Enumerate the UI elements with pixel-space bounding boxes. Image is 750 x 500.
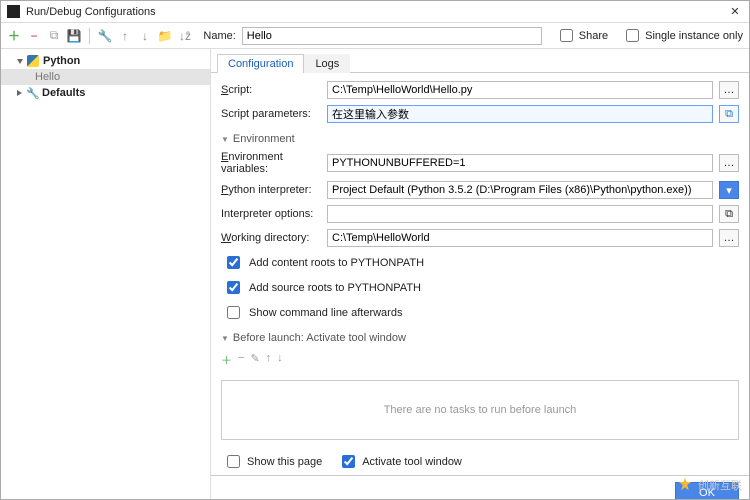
chevron-down-icon — [17, 59, 23, 64]
show-this-page-checkbox[interactable]: Show this page — [223, 452, 322, 471]
separator — [89, 28, 90, 44]
before-down-icon: ↓ — [277, 352, 283, 368]
save-icon[interactable]: 💾 — [67, 29, 81, 43]
tree-node-hello[interactable]: Hello — [1, 69, 210, 85]
copy-icon[interactable]: ⧉ — [47, 29, 61, 43]
env-vars-button[interactable]: … — [719, 154, 739, 172]
working-dir-browse-button[interactable]: … — [719, 229, 739, 247]
interp-opts-label: Interpreter options: — [221, 208, 321, 220]
params-expand-button[interactable]: ⧉ — [719, 105, 739, 123]
tree-node-defaults[interactable]: 🔧 Defaults — [1, 85, 210, 101]
before-remove-icon: − — [238, 352, 244, 368]
script-browse-button[interactable]: … — [719, 81, 739, 99]
interpreter-dropdown-button[interactable]: ▾ — [719, 181, 739, 199]
wrench-icon: 🔧 — [26, 87, 38, 99]
name-input[interactable] — [242, 27, 542, 45]
env-vars-input[interactable] — [327, 154, 713, 172]
before-edit-icon: ✎ — [250, 352, 259, 368]
single-instance-checkbox[interactable]: Single instance only — [622, 26, 743, 45]
app-logo-icon — [7, 5, 20, 18]
content-roots-checkbox[interactable]: Add content roots to PYTHONPATH — [221, 253, 739, 272]
interp-label: Python interpreter: — [221, 184, 321, 196]
name-label: Name: — [203, 30, 235, 42]
window-title: Run/Debug Configurations — [26, 6, 727, 18]
working-dir-input[interactable] — [327, 229, 713, 247]
share-checkbox[interactable]: Share — [556, 26, 608, 45]
before-launch-header[interactable]: Before launch: Activate tool window — [221, 332, 739, 344]
source-roots-checkbox[interactable]: Add source roots to PYTHONPATH — [221, 278, 739, 297]
interpreter-select[interactable] — [327, 181, 713, 199]
sort-icon[interactable]: ↓ẑ — [178, 29, 192, 43]
workdir-label: Working directory: — [221, 232, 321, 244]
settings-icon[interactable]: 🔧 — [98, 29, 112, 43]
envvars-label: Environment variables: — [221, 151, 321, 175]
env-section-header[interactable]: Environment — [221, 133, 739, 145]
show-cmdline-checkbox[interactable]: Show command line afterwards — [221, 303, 739, 322]
add-icon[interactable]: ＋ — [7, 29, 21, 43]
remove-icon[interactable]: − — [27, 29, 41, 43]
tab-logs[interactable]: Logs — [304, 54, 350, 73]
activate-tool-window-checkbox[interactable]: Activate tool window — [338, 452, 462, 471]
config-tree[interactable]: Python Hello 🔧 Defaults — [1, 49, 211, 499]
before-launch-list: There are no tasks to run before launch — [221, 380, 739, 440]
python-icon — [27, 55, 39, 67]
before-add-icon[interactable]: ＋ — [221, 352, 232, 368]
tree-node-python[interactable]: Python — [1, 53, 210, 69]
interpreter-options-input[interactable] — [327, 205, 713, 223]
script-label: SScript:cript: — [221, 84, 321, 96]
move-down-icon[interactable]: ↓ — [138, 29, 152, 43]
close-icon[interactable]: ✕ — [727, 5, 743, 18]
folder-icon[interactable]: 📁 — [158, 29, 172, 43]
script-input[interactable] — [327, 81, 713, 99]
interp-opts-expand-button[interactable]: ⧉ — [719, 205, 739, 223]
move-up-icon[interactable]: ↑ — [118, 29, 132, 43]
script-parameters-input[interactable] — [327, 105, 713, 123]
ok-button[interactable]: OK — [675, 482, 739, 499]
tab-configuration[interactable]: Configuration — [217, 54, 304, 73]
chevron-right-icon — [17, 90, 22, 96]
params-label: Script parameters: — [221, 108, 321, 120]
before-up-icon: ↑ — [266, 352, 272, 368]
